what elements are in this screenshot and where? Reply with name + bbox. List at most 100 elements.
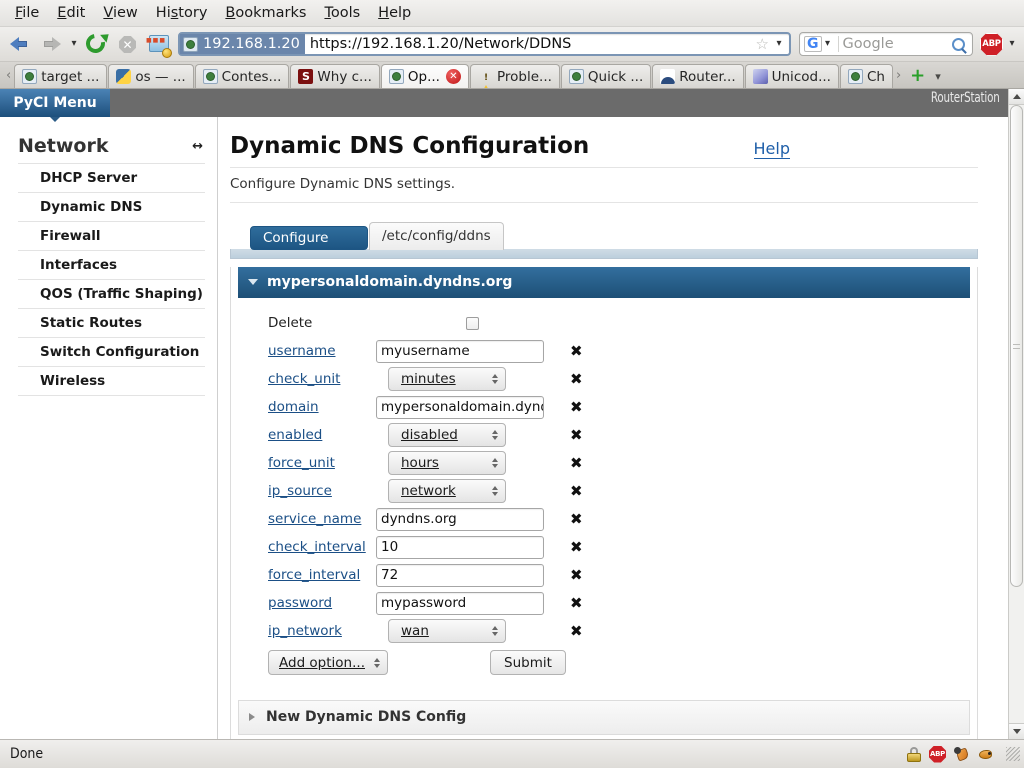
stop-icon[interactable]: ✕ [114,30,142,58]
menu-edit[interactable]: Edit [48,3,94,24]
pyci-menu-button[interactable]: PyCI Menu [0,89,110,122]
tab-etc-config-ddns[interactable]: /etc/config/ddns [369,222,504,250]
sidebar-item-dhcp-server[interactable]: DHCP Server [18,163,205,192]
sidebar-item-switch-configuration[interactable]: Switch Configuration [18,337,205,366]
sidebar-item-interfaces[interactable]: Interfaces [18,250,205,279]
reload-icon[interactable] [82,30,112,58]
chevron-down-icon-history[interactable]: ▾ [68,39,80,49]
address-bar[interactable]: 192.168.1.20 https://192.168.1.20/Networ… [178,32,791,56]
adblock-icon[interactable]: ABP [980,32,1003,56]
scroll-up-button[interactable] [1009,89,1024,105]
force-unit-select[interactable]: hours [388,451,506,475]
chevron-down-icon-abp[interactable]: ▾ [1006,39,1018,49]
remove-x-icon[interactable]: ✖ [570,343,583,359]
field-label-password[interactable]: password [238,595,376,611]
scrollbar-track[interactable] [1009,105,1024,723]
field-label-ip-network[interactable]: ip_network [238,623,376,639]
tab-unicode[interactable]: Unicod... [744,64,839,88]
password-input[interactable]: mypassword [376,591,544,615]
menu-view[interactable]: View [94,3,146,24]
sidebar-item-firewall[interactable]: Firewall [18,221,205,250]
field-label-service-name[interactable]: service_name [238,511,376,527]
chevron-down-icon-tablist[interactable]: ▾ [931,70,947,88]
tab-ch[interactable]: Ch [839,64,893,88]
new-tab-button[interactable]: + [904,67,931,88]
window-resize-grip[interactable] [1006,747,1020,761]
magnifier-icon[interactable] [952,37,965,51]
add-option-select[interactable]: Add option... [268,650,388,675]
help-link[interactable]: Help [753,139,790,159]
check-interval-input[interactable]: 10 [376,535,544,559]
menu-help[interactable]: Help [369,3,420,24]
bird-icon[interactable] [978,747,994,761]
domain-input[interactable]: mypersonaldomain.dyndn [376,395,544,419]
ip-source-select[interactable]: network [388,479,506,503]
field-label-force-interval[interactable]: force_interval [238,567,376,583]
forward-arrow-icon[interactable] [37,30,65,58]
address-bar-url[interactable]: https://192.168.1.20/Network/DDNS [305,36,752,52]
google-logo-icon[interactable]: G [804,36,822,52]
star-icon[interactable]: ☆ [756,36,769,52]
remove-x-icon[interactable]: ✖ [570,427,583,443]
ip-network-select[interactable]: wan [388,619,506,643]
resize-horizontal-icon[interactable]: ↔ [192,139,203,154]
page-scrollbar[interactable] [1008,89,1024,739]
remove-x-icon[interactable]: ✖ [570,595,583,611]
enabled-select[interactable]: disabled [388,423,506,447]
home-icon[interactable]: ■■■ [145,30,173,58]
back-arrow-icon[interactable] [6,30,34,58]
menu-tools[interactable]: Tools [315,3,369,24]
search-input[interactable]: Google [843,36,953,52]
chevron-left-icon[interactable]: ‹ [4,68,14,88]
menu-bookmarks[interactable]: Bookmarks [216,3,315,24]
field-label-check-interval[interactable]: check_interval [238,539,376,555]
scroll-down-button[interactable] [1009,723,1024,739]
remove-x-icon[interactable]: ✖ [570,511,583,527]
remove-x-icon[interactable]: ✖ [570,399,583,415]
field-label-ip-source[interactable]: ip_source [238,483,376,499]
tab-quick[interactable]: Quick ... [560,64,652,88]
tab-router[interactable]: Router... [652,64,744,88]
force-interval-input[interactable]: 72 [376,563,544,587]
adblock-icon[interactable]: ABP [929,745,946,763]
chevron-down-icon-engine[interactable]: ▾ [822,39,834,49]
sidebar-item-wireless[interactable]: Wireless [18,366,205,396]
tab-op-active[interactable]: Op... ✕ [380,64,469,88]
scrollbar-thumb[interactable] [1010,105,1023,588]
tab-os[interactable]: os — ... [108,64,194,88]
remove-x-icon[interactable]: ✖ [570,455,583,471]
remove-x-icon[interactable]: ✖ [570,371,583,387]
triangle-right-icon[interactable] [249,713,255,721]
lock-icon[interactable] [907,746,921,762]
sidebar-item-dynamic-dns[interactable]: Dynamic DNS [18,192,205,221]
delete-checkbox[interactable] [466,316,479,330]
field-label-enabled[interactable]: enabled [238,427,376,443]
field-label-check-unit[interactable]: check_unit [238,371,376,387]
section-header-new-config[interactable]: New Dynamic DNS Config [238,700,970,735]
menu-history[interactable]: History [147,3,217,24]
search-bar[interactable]: G ▾ Google [799,32,973,56]
sidebar-item-qos[interactable]: QOS (Traffic Shaping) [18,279,205,308]
service-name-input[interactable]: dyndns.org [376,507,544,531]
chevron-down-icon-go[interactable]: ▾ [773,39,785,49]
check-unit-select[interactable]: minutes [388,367,506,391]
field-label-force-unit[interactable]: force_unit [238,455,376,471]
tab-why[interactable]: S Why c... [290,64,380,88]
remove-x-icon[interactable]: ✖ [570,567,583,583]
remove-x-icon[interactable]: ✖ [570,539,583,555]
field-label-domain[interactable]: domain [238,399,376,415]
submit-button[interactable]: Submit [490,650,566,675]
tab-target[interactable]: target ... [14,64,108,88]
menu-file[interactable]: File [6,3,48,24]
site-identity-badge[interactable]: 192.168.1.20 [180,34,305,54]
username-input[interactable]: myusername [376,339,544,363]
bug-icon[interactable] [954,746,970,762]
triangle-down-icon[interactable] [248,279,258,285]
tab-configure[interactable]: Configure [250,226,368,250]
field-label-username[interactable]: username [238,343,376,359]
chevron-right-icon[interactable]: › [894,68,904,88]
tab-contes[interactable]: Contes... [194,64,290,88]
section-header-mypersonaldomain[interactable]: mypersonaldomain.dyndns.org [238,267,970,298]
tab-proble[interactable]: Proble... [469,64,560,88]
close-icon[interactable]: ✕ [445,69,461,84]
